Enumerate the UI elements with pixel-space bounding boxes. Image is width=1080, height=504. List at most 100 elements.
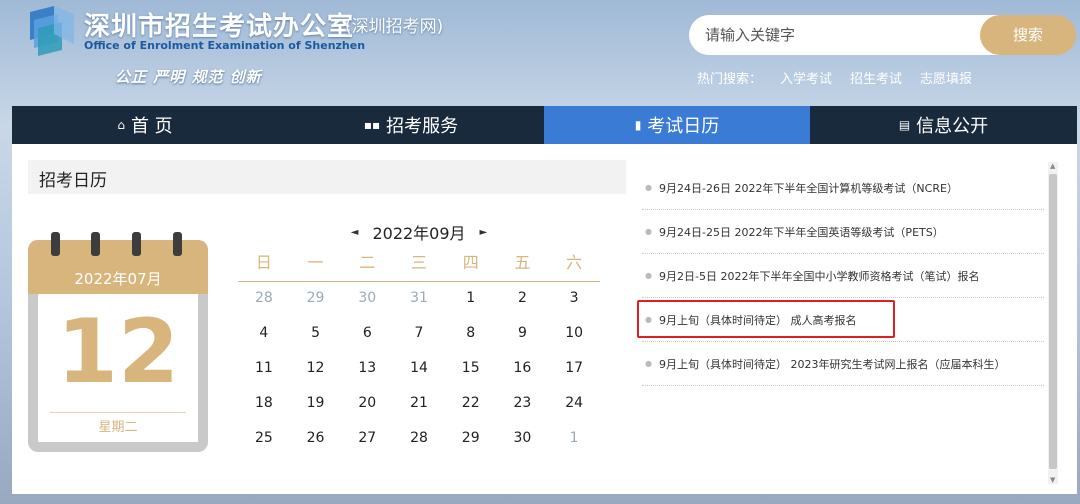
calendar-day[interactable]: 11	[238, 354, 290, 389]
binder-ring-icon	[132, 232, 141, 256]
calendar-day[interactable]: 2	[497, 284, 549, 319]
binder-ring-icon	[173, 232, 182, 256]
weekday-label: 三	[410, 253, 427, 272]
calendar-day[interactable]: 18	[238, 389, 290, 424]
hot-search: 热门搜索： 入学考试 招生考试 志愿填报	[697, 68, 972, 87]
calendar-day[interactable]: 12	[290, 354, 342, 389]
main-nav: ⌂ 首 页 ▪▪ 招考服务 ▮ 考试日历 ▤ 信息公开	[12, 106, 1077, 144]
calendar-day[interactable]: 19	[290, 389, 342, 424]
nav-item-label: 招考服务	[386, 116, 459, 137]
calendar-day[interactable]: 6	[341, 319, 393, 354]
calendar-day[interactable]: 16	[497, 354, 549, 389]
calendar-day[interactable]: 29	[445, 424, 497, 459]
grid-icon: ▪▪	[363, 118, 381, 132]
doc-icon: ▤	[898, 118, 911, 132]
calendar-day[interactable]: 31	[393, 284, 445, 319]
month-navigator: ◄ 2022年09月 ►	[238, 220, 600, 244]
calendar-day[interactable]: 9	[497, 319, 549, 354]
weekday-label: 日	[255, 253, 272, 272]
calendar-day[interactable]: 25	[238, 424, 290, 459]
prev-month-icon[interactable]: ◄	[351, 227, 359, 238]
bullet-icon: ●	[645, 227, 652, 236]
site-subtitle: (深圳招考网)	[345, 17, 444, 37]
calendar-day[interactable]: 5	[290, 319, 342, 354]
event-text[interactable]: 9月24日-26日 2022年下半年全国计算机等级考试（NCRE）	[659, 180, 958, 196]
scroll-up-icon[interactable]: ▲	[1050, 162, 1055, 170]
event-text[interactable]: 9月上旬（具体时间待定） 2023年研究生考试网上报名（应届本科生）	[659, 356, 1006, 372]
calendar-day[interactable]: 14	[393, 354, 445, 389]
calendar-day[interactable]: 22	[445, 389, 497, 424]
hot-search-link[interactable]: 招生考试	[850, 68, 902, 87]
site-slogan: 公正 严明 规范 创新	[115, 68, 262, 86]
calendar-icon: ▮	[634, 118, 642, 132]
home-icon: ⌂	[117, 118, 125, 132]
hot-search-label: 热门搜索：	[697, 72, 763, 87]
weekday-label: 四	[462, 253, 479, 272]
calendar-day[interactable]: 29	[290, 284, 342, 319]
panel-title: 招考日历	[39, 171, 107, 191]
weekday-header: 日一二三四五六	[238, 252, 600, 282]
scroll-thumb[interactable]	[1049, 174, 1057, 469]
hot-search-link[interactable]: 入学考试	[780, 68, 832, 87]
day-grid: 28 29 30 31 1 2 3 4 5 6 7 8 9 10 11 12 13 14 15 16 17 18 19 20 2…	[238, 284, 600, 459]
search-button[interactable]: 搜索	[980, 15, 1076, 55]
tear-off-calendar: 2022年07月 12 星期二	[28, 232, 208, 452]
nav-item-services[interactable]: ▪▪ 招考服务	[278, 106, 544, 144]
event-text[interactable]: 9月2日-5日 2022年下半年全国中小学教师资格考试（笔试）报名	[659, 268, 979, 284]
bullet-icon: ●	[645, 271, 652, 280]
scrollbar[interactable]: ▲ ▼	[1048, 162, 1058, 484]
calendar-day-number: 12	[56, 300, 180, 403]
calendar-day[interactable]: 4	[238, 319, 290, 354]
calendar-day[interactable]: 21	[393, 389, 445, 424]
event-text[interactable]: 9月24日-25日 2022年下半年全国英语等级考试（PETS）	[659, 224, 944, 240]
divider	[50, 412, 186, 413]
site-english-name: Office of Enrolment Examination of Shenz…	[84, 39, 366, 52]
scroll-down-icon[interactable]: ▼	[1050, 476, 1055, 484]
calendar-day[interactable]: 28	[238, 284, 290, 319]
nav-item-label: 考试日历	[647, 116, 720, 137]
search-input[interactable]	[705, 15, 985, 55]
month-title: 2022年09月	[372, 224, 466, 243]
calendar-page: 12 星期二	[38, 294, 198, 442]
calendar-day[interactable]: 7	[393, 319, 445, 354]
calendar-day[interactable]: 24	[548, 389, 600, 424]
weekday-label: 六	[566, 253, 583, 272]
logo-icon[interactable]	[24, 4, 78, 60]
site-title[interactable]: 深圳市招生考试办公室	[84, 6, 354, 43]
weekday-label: 二	[359, 253, 376, 272]
calendar-day[interactable]: 26	[290, 424, 342, 459]
calendar-day[interactable]: 28	[393, 424, 445, 459]
calendar-day[interactable]: 3	[548, 284, 600, 319]
calendar-month: 2022年07月	[74, 270, 162, 288]
calendar-day[interactable]: 30	[497, 424, 549, 459]
calendar-day[interactable]: 30	[341, 284, 393, 319]
nav-item-info[interactable]: ▤ 信息公开	[810, 106, 1077, 144]
calendar-day[interactable]: 15	[445, 354, 497, 389]
event-item[interactable]: ● 9月24日-25日 2022年下半年全国英语等级考试（PETS）	[642, 210, 1044, 254]
calendar-day[interactable]: 8	[445, 319, 497, 354]
weekday-label: 一	[307, 253, 324, 272]
calendar-day[interactable]: 23	[497, 389, 549, 424]
nav-item-label: 信息公开	[916, 116, 989, 137]
event-item[interactable]: ● 9月上旬（具体时间待定） 2023年研究生考试网上报名（应届本科生）	[642, 342, 1044, 386]
calendar-day[interactable]: 1	[548, 424, 600, 459]
panel-header: 招考日历	[28, 160, 626, 194]
nav-item-calendar[interactable]: ▮ 考试日历	[544, 106, 810, 144]
event-item[interactable]: ● 9月2日-5日 2022年下半年全国中小学教师资格考试（笔试）报名	[642, 254, 1044, 298]
event-item[interactable]: ● 9月24日-26日 2022年下半年全国计算机等级考试（NCRE）	[642, 166, 1044, 210]
site-header: 深圳市招生考试办公室 (深圳招考网) Office of Enrolment E…	[0, 0, 1080, 106]
nav-item-label: 首 页	[130, 116, 173, 137]
next-month-icon[interactable]: ►	[480, 227, 488, 238]
calendar-day[interactable]: 10	[548, 319, 600, 354]
event-item[interactable]: ● 9月上旬（具体时间待定） 成人高考报名	[637, 298, 1044, 342]
calendar-panel: 招考日历 2022年07月 12 星期二 ◄ 2022年09月 ► 日 一 二 三 四 五…	[12, 144, 1077, 494]
weekday-label: 五	[514, 253, 531, 272]
calendar-day[interactable]: 20	[341, 389, 393, 424]
binder-ring-icon	[51, 232, 60, 256]
nav-item-home[interactable]: ⌂ 首 页	[12, 106, 278, 144]
calendar-day[interactable]: 27	[341, 424, 393, 459]
calendar-day[interactable]: 17	[548, 354, 600, 389]
calendar-day[interactable]: 13	[341, 354, 393, 389]
calendar-day[interactable]: 1	[445, 284, 497, 319]
hot-search-link[interactable]: 志愿填报	[920, 68, 972, 87]
